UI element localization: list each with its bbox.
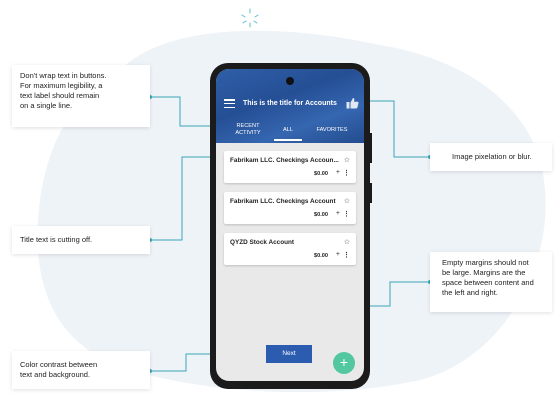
callout-margins: Empty margins should not be large. Margi…: [430, 252, 552, 312]
front-camera: [286, 77, 294, 85]
callout-image-pixelation: Image pixelation or blur.: [430, 143, 552, 171]
account-name: QYZD Stock Account: [230, 239, 295, 246]
page-title: This is the title for Accounts: [243, 100, 337, 107]
callout-margins-label: Empty margins should not be large. Margi…: [442, 258, 534, 297]
callout-contrast-label: Color contrast between text and backgrou…: [20, 360, 98, 379]
account-card-1[interactable]: Fabrikam LLC. Checkings Accoun... ☆ $0.0…: [224, 151, 356, 183]
star-outline-icon[interactable]: ☆: [344, 156, 350, 164]
plus-icon[interactable]: +: [336, 251, 340, 258]
callout-wrap-text-label: Don't wrap text in buttons. For maximum …: [20, 71, 107, 110]
callout-image-pixelation-label: Image pixelation or blur.: [452, 152, 532, 161]
phone-side-button-2: [369, 183, 372, 203]
tab-favorites[interactable]: FAVORITES: [310, 127, 354, 134]
plus-icon[interactable]: +: [336, 169, 340, 176]
account-name: Fabrikam LLC. Checkings Accoun...: [230, 157, 339, 164]
next-button[interactable]: Next: [266, 345, 312, 363]
thumbs-up-icon[interactable]: [346, 97, 359, 109]
more-vertical-icon[interactable]: ⋮: [343, 210, 350, 218]
tab-recent-activity[interactable]: RECENT ACTIVITY: [226, 123, 270, 136]
account-amount: $0.00: [314, 212, 328, 218]
callout-title-cutoff-label: Title text is cutting off.: [20, 235, 93, 244]
account-amount: $0.00: [314, 253, 328, 259]
star-outline-icon[interactable]: ☆: [344, 197, 350, 205]
more-vertical-icon[interactable]: ⋮: [343, 169, 350, 177]
phone-screen: This is the title for Accounts RECENT AC…: [216, 69, 364, 381]
hamburger-icon[interactable]: [224, 99, 235, 109]
phone-frame: This is the title for Accounts RECENT AC…: [210, 63, 372, 389]
phone-side-button: [369, 133, 372, 163]
callout-title-cutoff: Title text is cutting off.: [12, 226, 150, 254]
account-card-2[interactable]: Fabrikam LLC. Checkings Account ☆ $0.00 …: [224, 192, 356, 224]
account-amount: $0.00: [314, 171, 328, 177]
callout-wrap-text: Don't wrap text in buttons. For maximum …: [12, 65, 150, 127]
more-vertical-icon[interactable]: ⋮: [343, 251, 350, 259]
account-name: Fabrikam LLC. Checkings Account: [230, 198, 336, 205]
active-tab-indicator: [274, 139, 302, 141]
plus-icon[interactable]: +: [336, 210, 340, 217]
account-card-3[interactable]: QYZD Stock Account ☆ $0.00 + ⋮: [224, 233, 356, 265]
tab-all[interactable]: ALL: [274, 127, 302, 134]
star-outline-icon[interactable]: ☆: [344, 238, 350, 246]
callout-contrast: Color contrast between text and backgrou…: [12, 351, 150, 389]
add-fab-button[interactable]: +: [333, 352, 355, 374]
